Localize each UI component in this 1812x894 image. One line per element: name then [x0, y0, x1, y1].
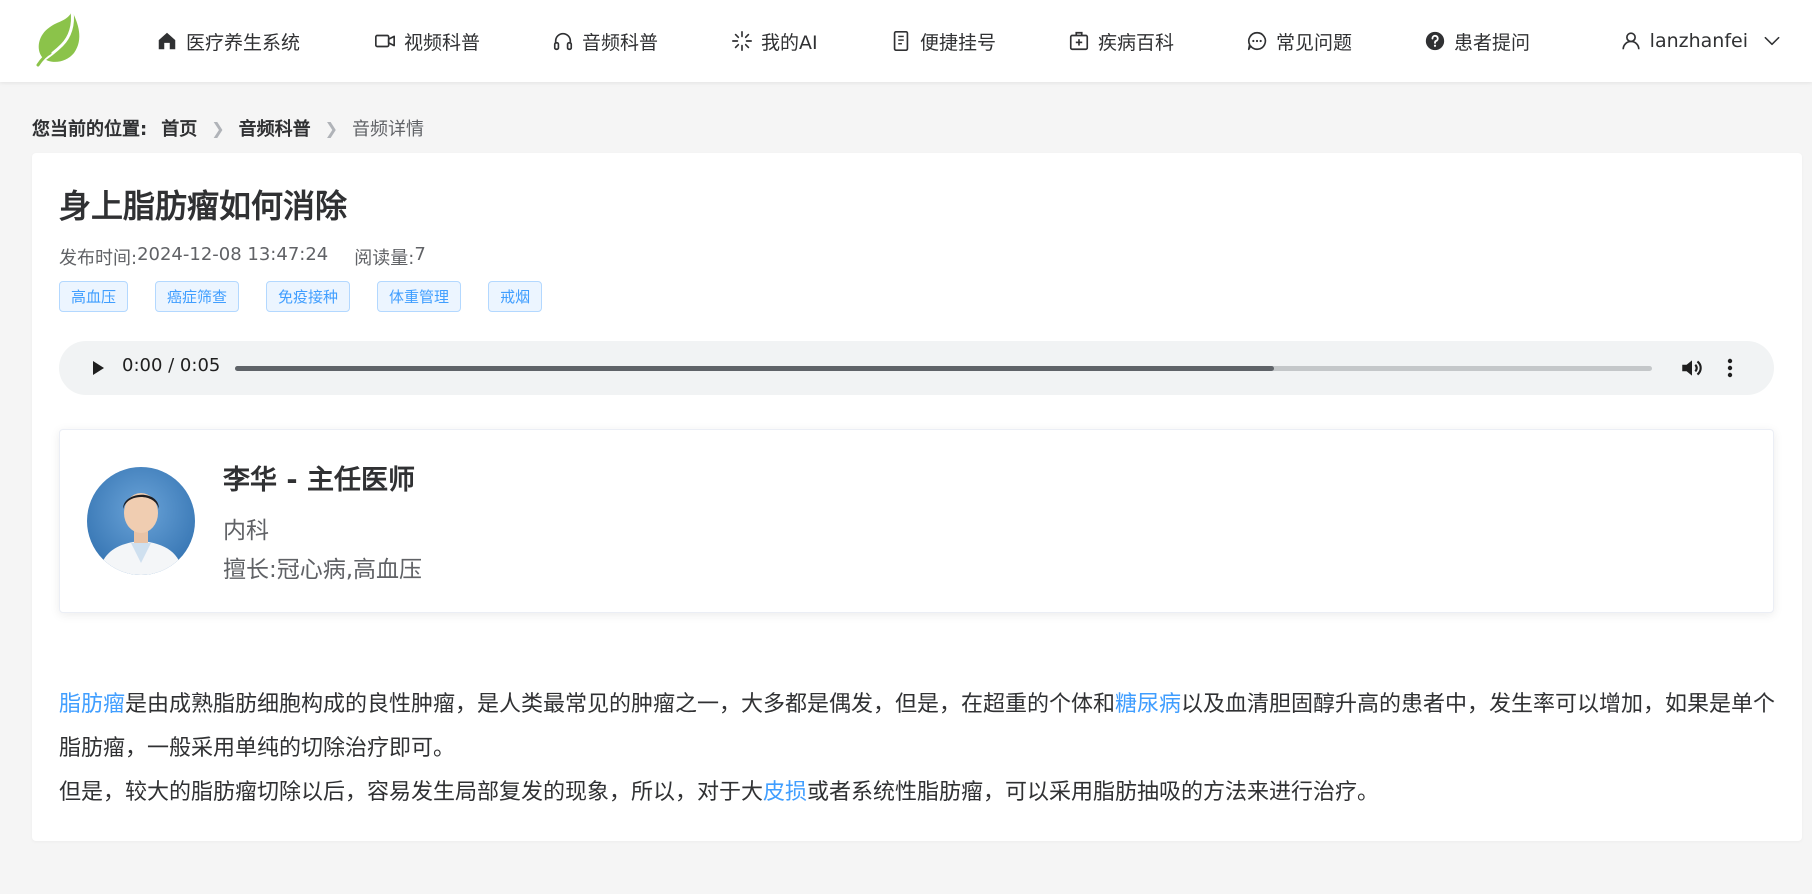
chevron-right-icon: ❯	[211, 118, 225, 138]
content-paragraph: 脂肪瘤是由成熟脂肪细胞构成的良性肿瘤，是人类最常见的肿瘤之一，大多都是偶发，但是…	[59, 683, 1777, 771]
doctor-name: 李华 - 主任医师	[223, 465, 416, 496]
nav-item-faq[interactable]: 常见问题	[1246, 26, 1352, 56]
audio-player: 0:00 / 0:05	[59, 341, 1774, 395]
content-text: 或者系统性脂肪瘤，可以采用脂肪抽吸的方法来进行治疗。	[807, 780, 1380, 805]
article-meta: 发布时间: 2024-12-08 13:47:24 阅读量: 7	[59, 244, 426, 270]
nav-item-audio[interactable]: 音频科普	[552, 26, 658, 56]
publish-label: 发布时间:	[59, 248, 138, 269]
home-icon	[156, 30, 178, 52]
doctor-card[interactable]: 李华 - 主任医师 内科 擅长: 冠心病,高血压	[59, 429, 1774, 613]
user-icon	[1620, 30, 1642, 52]
nav-item-video[interactable]: 视频科普	[374, 26, 480, 56]
doctor-specialty: 擅长: 冠心病,高血压	[223, 550, 422, 584]
question-circle-icon	[1424, 30, 1446, 52]
tag[interactable]: 高血压	[59, 281, 129, 312]
publish-time: 2024-12-08 13:47:24	[137, 244, 329, 265]
tag-list: 高血压 癌症筛查 免疫接种 体重管理 戒烟	[59, 281, 569, 312]
keyword-link[interactable]: 皮损	[763, 780, 807, 805]
article-card: 身上脂肪瘤如何消除 发布时间: 2024-12-08 13:47:24 阅读量:…	[32, 153, 1802, 841]
content-text: 但是，较大的脂肪瘤切除以后，容易发生局部复发的现象，所以，对于大	[59, 780, 764, 805]
nav-label: 便捷挂号	[920, 31, 997, 54]
username: lanzhanfei	[1649, 30, 1748, 52]
article-content: 脂肪瘤是由成熟脂肪细胞构成的良性肿瘤，是人类最常见的肿瘤之一，大多都是偶发，但是…	[59, 683, 1777, 815]
tag[interactable]: 癌症筛查	[155, 281, 240, 312]
volume-icon[interactable]	[1679, 355, 1705, 381]
breadcrumb-home-link[interactable]: 首页	[161, 115, 197, 141]
nav-label: 患者提问	[1454, 31, 1531, 54]
nav-item-booking[interactable]: 便捷挂号	[890, 26, 996, 56]
nav-label: 音频科普	[582, 31, 659, 54]
keyword-link[interactable]: 脂肪瘤	[59, 692, 125, 717]
content-paragraph: 但是，较大的脂肪瘤切除以后，容易发生局部复发的现象，所以，对于大皮损或者系统性脂…	[59, 771, 1777, 815]
audio-time: 0:00 / 0:05	[122, 355, 221, 376]
video-icon	[374, 30, 396, 52]
nav-item-disease-wiki[interactable]: 疾病百科	[1068, 26, 1174, 56]
breadcrumb-audio-link[interactable]: 音频科普	[239, 115, 311, 141]
breadcrumb-label: 您当前的位置:	[32, 119, 148, 140]
more-options-icon[interactable]	[1722, 355, 1738, 381]
chat-bubble-icon	[1246, 30, 1268, 52]
views-label: 阅读量:	[354, 248, 415, 269]
document-icon	[890, 30, 912, 52]
chevron-right-icon: ❯	[324, 118, 339, 138]
tag[interactable]: 戒烟	[488, 281, 543, 312]
specialty-value: 冠心病,高血压	[276, 557, 423, 583]
keyword-link[interactable]: 糖尿病	[1115, 692, 1181, 717]
top-nav-bar: 医疗养生系统 视频科普 音频科普 我的AI 便捷挂号 疾病百科 常见问题 患者提…	[0, 0, 1812, 82]
loading-sparkle-icon	[731, 30, 753, 52]
nav-label: 常见问题	[1276, 31, 1353, 54]
views-count: 7	[414, 244, 426, 265]
medical-box-icon	[1068, 30, 1090, 52]
nav-item-patient-questions[interactable]: 患者提问	[1424, 26, 1530, 56]
nav-label: 视频科普	[404, 31, 481, 54]
audio-progress-track[interactable]	[235, 366, 1652, 371]
play-icon[interactable]	[85, 356, 109, 380]
nav-label: 医疗养生系统	[186, 31, 301, 54]
doctor-avatar	[87, 467, 195, 575]
nav-item-home[interactable]: 医疗养生系统	[156, 26, 300, 56]
audio-buffered-bar	[235, 366, 1274, 371]
tag[interactable]: 免疫接种	[266, 281, 351, 312]
user-menu[interactable]: lanzhanfei	[1620, 26, 1782, 56]
nav-label: 疾病百科	[1098, 31, 1175, 54]
headphones-icon	[552, 30, 574, 52]
chevron-down-icon	[1762, 31, 1782, 51]
breadcrumb: 您当前的位置: 首页 ❯ 音频科普 ❯ 音频详情	[32, 115, 424, 141]
content-text: 是由成熟脂肪细胞构成的良性肿瘤，是人类最常见的肿瘤之一，大多都是偶发，但是，在超…	[125, 692, 1116, 717]
leaf-logo-icon[interactable]	[34, 9, 84, 67]
specialty-label: 擅长:	[223, 557, 277, 583]
article-title: 身上脂肪瘤如何消除	[59, 187, 348, 225]
doctor-department: 内科	[223, 518, 269, 544]
nav-item-my-ai[interactable]: 我的AI	[731, 26, 818, 56]
tag[interactable]: 体重管理	[377, 281, 462, 312]
breadcrumb-current: 音频详情	[352, 119, 425, 140]
nav-label: 我的AI	[761, 31, 818, 54]
